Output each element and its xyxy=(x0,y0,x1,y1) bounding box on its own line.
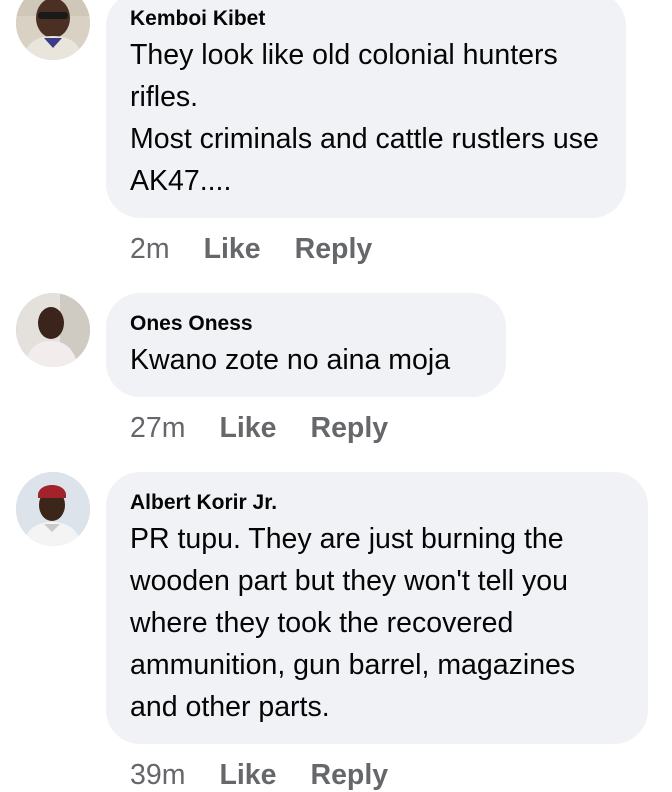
comment-bubble: Albert Korir Jr. PR tupu. They are just … xyxy=(106,472,648,744)
comment-actions: 39m Like Reply xyxy=(130,758,422,792)
comment-author[interactable]: Kemboi Kibet xyxy=(130,6,602,32)
profile-photo-icon xyxy=(16,472,90,546)
comment-text: PR tupu. They are just burning the woode… xyxy=(130,523,576,723)
like-button[interactable]: Like xyxy=(219,759,276,791)
reply-button[interactable]: Reply xyxy=(310,412,388,444)
profile-photo-icon xyxy=(16,293,90,367)
reply-button[interactable]: Reply xyxy=(310,759,388,791)
comment-text: Kwano zote no aina moja xyxy=(130,344,451,376)
comment-author[interactable]: Albert Korir Jr. xyxy=(130,490,624,516)
avatar[interactable] xyxy=(16,293,90,367)
comment-timestamp[interactable]: 27m xyxy=(130,412,185,444)
profile-photo-icon xyxy=(16,0,90,60)
comment-bubble: Kemboi Kibet They look like old colonial… xyxy=(106,0,626,218)
like-button[interactable]: Like xyxy=(219,412,276,444)
comment-author[interactable]: Ones Oness xyxy=(130,311,482,337)
comment-timestamp[interactable]: 2m xyxy=(130,233,170,265)
comment-timestamp[interactable]: 39m xyxy=(130,759,185,791)
avatar[interactable] xyxy=(16,472,90,546)
comment-actions: 27m Like Reply xyxy=(130,411,422,445)
reply-button[interactable]: Reply xyxy=(295,233,373,265)
avatar[interactable] xyxy=(16,0,90,60)
comment-bubble: Ones Oness Kwano zote no aina moja xyxy=(106,293,506,397)
comment-text: They look like old colonial hunters rifl… xyxy=(130,39,599,197)
like-button[interactable]: Like xyxy=(204,233,261,265)
comment-actions: 2m Like Reply xyxy=(130,232,406,266)
